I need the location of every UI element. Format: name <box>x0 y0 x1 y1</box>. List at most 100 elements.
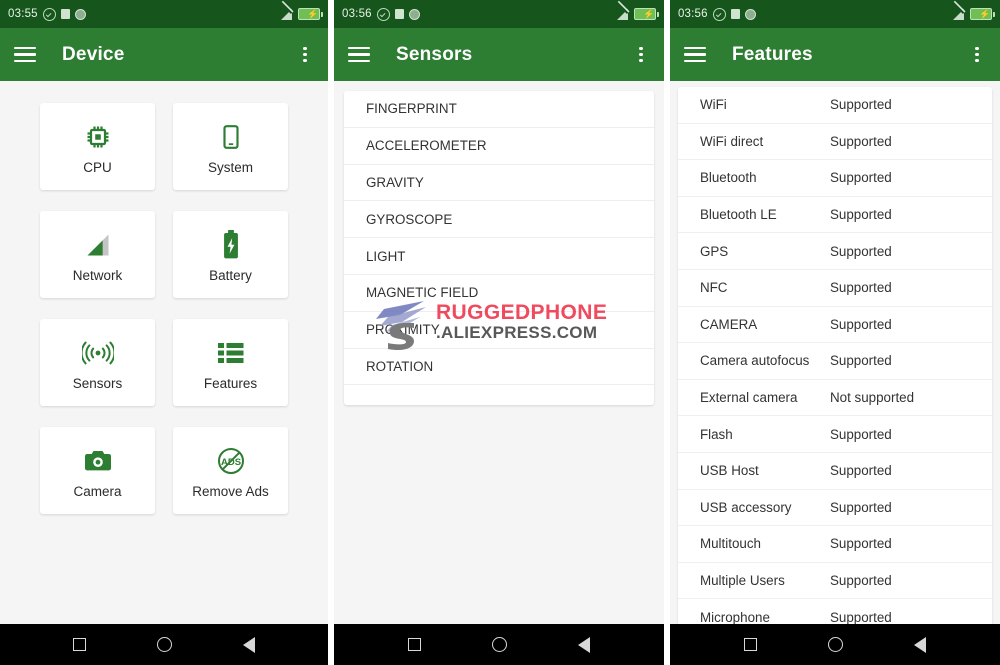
signal-off-icon <box>616 1 629 20</box>
grid-item-label: System <box>208 160 254 175</box>
sensor-name: GYROSCOPE <box>365 211 453 227</box>
feature-value: Supported <box>829 207 892 223</box>
circle-home-icon[interactable] <box>157 637 173 652</box>
table-row[interactable]: CAMERA Supported <box>677 307 992 344</box>
table-row[interactable]: USB accessory Supported <box>677 490 992 527</box>
list-item[interactable]: MAGNETIC FIELD <box>343 275 655 312</box>
grid-item-cpu[interactable]: CPU <box>40 103 156 190</box>
feature-value: Supported <box>829 609 892 624</box>
sensor-name: MAGNETIC FIELD <box>365 285 479 301</box>
grid-item-system[interactable]: System <box>173 103 289 190</box>
list-item[interactable]: ROTATION <box>343 349 655 386</box>
table-row[interactable]: Multitouch Supported <box>677 526 992 563</box>
circle-icon <box>408 8 420 20</box>
feature-name: WiFi direct <box>699 133 764 149</box>
status-bar-left: 03:55 <box>8 7 86 21</box>
app-bar: Sensors <box>333 28 665 81</box>
check-circle-icon <box>376 7 390 21</box>
hamburger-icon[interactable] <box>347 46 370 63</box>
android-nav-bar <box>0 624 329 665</box>
features-content: WiFi Supported WiFi direct Supported Bluet… <box>669 81 1000 624</box>
camera-icon <box>84 442 112 480</box>
android-nav-bar <box>333 624 665 665</box>
list-item[interactable]: GRAVITY <box>343 165 655 202</box>
android-nav-bar <box>669 624 1000 665</box>
grid-item-features[interactable]: Features <box>173 319 289 406</box>
table-row[interactable]: Microphone Supported <box>678 599 992 624</box>
svg-text:ADS: ADS <box>221 457 241 468</box>
cpu-chip-icon <box>84 118 112 156</box>
circle-home-icon[interactable] <box>827 637 843 652</box>
device-grid: CPU System Network Battery Sensors Featu… <box>0 81 328 514</box>
grid-item-label: Camera <box>73 484 122 499</box>
kebab-menu-icon[interactable] <box>632 45 650 65</box>
square-icon <box>394 9 404 19</box>
table-row[interactable]: Flash Supported <box>677 416 992 453</box>
grid-item-network[interactable]: Network <box>40 211 156 298</box>
sensor-name: ACCELEROMETER <box>365 138 487 154</box>
triangle-back-icon[interactable] <box>914 636 927 653</box>
check-circle-icon <box>42 7 56 21</box>
sensor-name: LIGHT <box>365 248 406 264</box>
list-item[interactable]: ACCELEROMETER <box>343 128 655 165</box>
hamburger-icon[interactable] <box>683 46 706 63</box>
circle-icon <box>74 8 86 20</box>
triangle-back-icon[interactable] <box>242 636 255 653</box>
grid-item-remove-ads[interactable]: ADS Remove Ads <box>173 427 289 514</box>
grid-item-label: CPU <box>83 160 112 175</box>
radio-waves-icon <box>81 334 114 372</box>
device-content: CPU System Network Battery Sensors Featu… <box>0 81 329 624</box>
sensor-name: GRAVITY <box>365 174 424 190</box>
no-ads-icon: ADS <box>216 442 246 480</box>
feature-name: Camera autofocus <box>699 353 810 369</box>
app-bar: Device <box>0 28 329 81</box>
list-item[interactable]: LIGHT <box>343 238 655 275</box>
feature-name: GPS <box>699 243 729 259</box>
triangle-back-icon[interactable] <box>578 636 591 653</box>
kebab-menu-icon[interactable] <box>296 45 314 65</box>
list-item[interactable]: PROXIMITY <box>343 312 655 349</box>
table-row[interactable]: GPS Supported <box>677 233 992 270</box>
sensors-content: FINGERPRINT ACCELEROMETER GRAVITY GYROSC… <box>333 81 665 624</box>
status-bar-right: ⚡ <box>280 1 324 20</box>
status-bar-right: ⚡ <box>952 1 995 20</box>
grid-item-camera[interactable]: Camera <box>40 427 156 514</box>
list-item[interactable]: FINGERPRINT <box>343 91 655 128</box>
table-row[interactable]: NFC Supported <box>677 270 992 307</box>
grid-item-sensors[interactable]: Sensors <box>40 319 156 406</box>
circle-home-icon[interactable] <box>492 637 507 652</box>
table-row[interactable]: Bluetooth LE Supported <box>677 197 992 234</box>
kebab-menu-icon[interactable] <box>968 45 986 65</box>
feature-value: Supported <box>829 573 892 589</box>
phone-screen-sensors: 03:56 ⚡ Sensors FINGERPRINT ACCELEROMETE… <box>333 0 665 665</box>
table-row[interactable]: Bluetooth Supported <box>677 160 992 197</box>
square-recents-icon[interactable] <box>743 638 757 651</box>
feature-value: Supported <box>829 133 892 149</box>
list-bottom-padding <box>344 385 654 405</box>
battery-charging-icon: ⚡ <box>298 8 324 20</box>
grid-item-label: Network <box>72 268 123 283</box>
table-row[interactable]: USB Host Supported <box>677 453 992 490</box>
table-row[interactable]: Camera autofocus Supported <box>677 343 992 380</box>
feature-name: USB accessory <box>699 499 792 515</box>
table-row[interactable]: WiFi direct Supported <box>677 124 992 161</box>
table-row[interactable]: WiFi Supported <box>677 87 992 124</box>
sensors-list: FINGERPRINT ACCELEROMETER GRAVITY GYROSC… <box>343 91 655 406</box>
grid-item-battery[interactable]: Battery <box>173 211 289 298</box>
table-row[interactable]: External camera Not supported <box>677 380 992 417</box>
square-recents-icon[interactable] <box>407 638 421 651</box>
page-title: Device <box>62 43 125 65</box>
feature-value: Supported <box>829 536 892 552</box>
status-bar-right: ⚡ <box>616 1 660 20</box>
feature-value: Supported <box>829 243 892 259</box>
hamburger-icon[interactable] <box>14 46 36 63</box>
table-row[interactable]: Multiple Users Supported <box>677 563 992 600</box>
grid-item-label: Battery <box>209 268 252 283</box>
list-item[interactable]: GYROSCOPE <box>343 201 655 239</box>
feature-value: Supported <box>829 353 892 369</box>
list-icon <box>217 334 244 372</box>
feature-name: USB Host <box>699 463 759 479</box>
check-circle-icon <box>712 7 726 21</box>
signal-off-icon <box>280 1 293 20</box>
square-recents-icon[interactable] <box>73 638 87 651</box>
